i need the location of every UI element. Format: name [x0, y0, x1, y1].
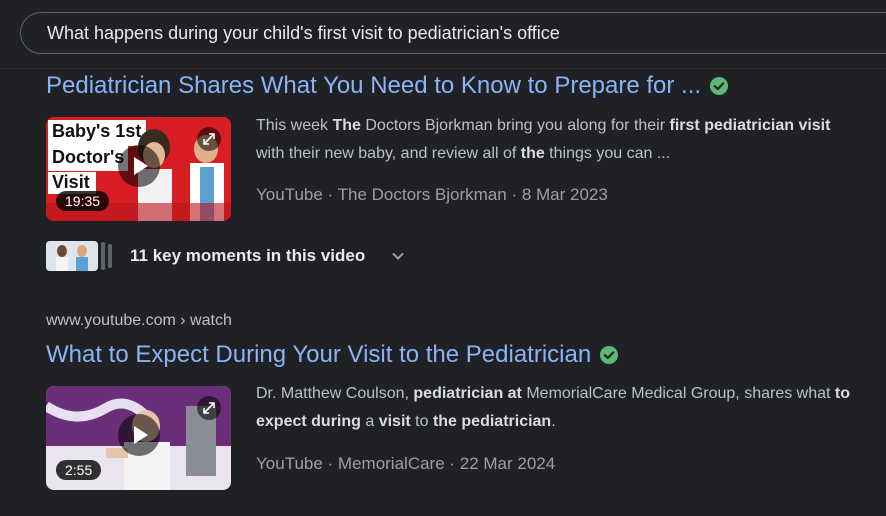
play-icon[interactable] [118, 414, 160, 456]
thumbnail-text-line-1: Baby's 1st [52, 121, 142, 141]
play-icon[interactable] [118, 145, 160, 187]
chevron-down-icon[interactable] [389, 247, 407, 265]
snippet-bold-text: the [520, 145, 545, 162]
snippet-text: This week [256, 117, 333, 134]
search-result-2: What to Expect During Your Visit to the … [46, 341, 619, 369]
snippet-text: Doctors Bjorkman bring you along for the… [360, 117, 670, 134]
result-snippet: Dr. Matthew Coulson, pediatrician at Mem… [256, 380, 856, 436]
result-title-link[interactable]: What to Expect During Your Visit to the … [46, 341, 619, 369]
thumbnail-text-line-2: Doctor's [52, 147, 125, 167]
snippet-text: Dr. Matthew Coulson, [256, 385, 414, 402]
video-duration: 2:55 [56, 460, 102, 480]
verified-check-icon [710, 77, 729, 95]
snippet-text: MemorialCare Medical Group, shares what [521, 385, 835, 402]
search-query[interactable]: What happens during your child's first v… [47, 23, 560, 44]
key-moments-stack-2 [108, 244, 112, 268]
video-thumbnail[interactable]: Baby's 1st Doctor's Visit 19:35 [46, 117, 231, 221]
verified-check-icon [600, 346, 619, 364]
snippet-text: a [360, 413, 379, 430]
snippet-bold-text: The [332, 117, 361, 134]
snippet-bold-text: pediatrician at [413, 385, 522, 402]
snippet-bold-text: visit [378, 413, 411, 430]
expand-icon[interactable] [197, 396, 221, 420]
key-moments-thumbnail [46, 241, 98, 271]
result-snippet: This week The Doctors Bjorkman bring you… [256, 112, 856, 168]
key-moments-stack [101, 242, 105, 270]
key-moments-label[interactable]: 11 key moments in this video [130, 246, 365, 266]
result-title-text[interactable]: Pediatrician Shares What You Need to Kno… [46, 72, 701, 100]
snippet-text: to [410, 413, 433, 430]
snippet-bold-text: the pediatrician [432, 413, 552, 430]
result-title-link[interactable]: Pediatrician Shares What You Need to Kno… [46, 72, 729, 100]
snippet-bold-text: first pediatrician visit [669, 117, 831, 134]
result-title-text[interactable]: What to Expect During Your Visit to the … [46, 341, 591, 369]
snippet-text: with their new baby, and review all of [256, 145, 521, 162]
result-source: YouTube · The Doctors Bjorkman · 8 Mar 2… [256, 185, 608, 204]
thumbnail-text-line-3: Visit [52, 172, 90, 192]
snippet-text: . [551, 413, 556, 430]
search-input[interactable]: What happens during your child's first v… [20, 12, 886, 54]
expand-icon[interactable] [197, 127, 221, 151]
video-duration: 19:35 [56, 191, 110, 211]
key-moments-toggle[interactable]: 11 key moments in this video [46, 240, 407, 272]
video-thumbnail[interactable]: 2:55 [46, 386, 231, 490]
result-url[interactable]: www.youtube.com › watch [46, 312, 232, 330]
search-result-1: Pediatrician Shares What You Need to Kno… [46, 72, 729, 100]
result-source: YouTube · MemorialCare · 22 Mar 2024 [256, 454, 556, 473]
search-header: What happens during your child's first v… [0, 0, 886, 69]
snippet-text: things you can ... [544, 145, 671, 162]
